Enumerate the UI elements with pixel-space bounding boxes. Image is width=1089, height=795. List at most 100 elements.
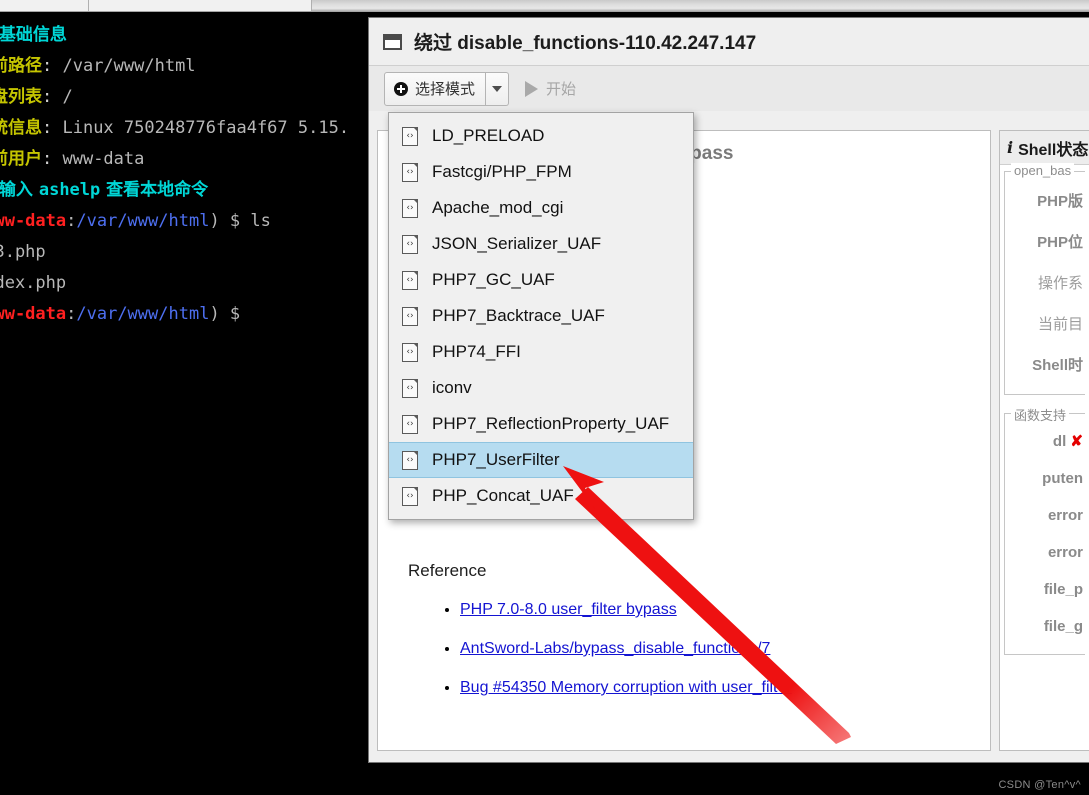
- function-support-row: dl ✘: [1005, 422, 1085, 460]
- shell-info-row: PHP位: [1005, 221, 1085, 262]
- dropdown-item-php7-backtrace-uaf[interactable]: ‹› PHP7_Backtrace_UAF: [389, 298, 693, 334]
- dropdown-item-label: PHP7_ReflectionProperty_UAF: [432, 414, 669, 434]
- tab-segment-1[interactable]: [0, 0, 89, 11]
- function-support-row: file_p: [1005, 571, 1085, 608]
- window-toolbar: 选择模式 开始: [369, 65, 1089, 111]
- window-icon: [383, 34, 402, 50]
- function-support-legend: 函数支持: [1011, 405, 1069, 424]
- terminal-text: ) $: [209, 304, 240, 324]
- plus-circle-icon: [394, 82, 408, 96]
- tab-segment-2[interactable]: [89, 0, 312, 11]
- dropdown-item-label: PHP_Concat_UAF: [432, 486, 574, 506]
- shell-info-row: 操作系: [1005, 262, 1085, 303]
- function-name: file_g: [1044, 618, 1083, 635]
- code-file-icon: ‹›: [402, 271, 418, 290]
- shell-info-row: Shell时: [1005, 344, 1085, 385]
- select-mode-button[interactable]: 选择模式: [384, 72, 486, 106]
- info-icon: i: [1007, 138, 1013, 157]
- window-title: 绕过 disable_functions-110.42.247.147: [414, 28, 756, 55]
- terminal-text: 磁盘列表: [0, 87, 42, 107]
- start-button[interactable]: 开始: [525, 78, 576, 99]
- terminal-text: Linux 750248776faa4f67 5.15.: [62, 118, 349, 138]
- terminal-text: 123.php: [0, 242, 46, 262]
- dropdown-item-label: PHP7_UserFilter: [432, 450, 560, 470]
- select-mode-split-button[interactable]: 选择模式: [384, 72, 509, 106]
- function-support-row: error: [1005, 534, 1085, 571]
- function-name: file_p: [1044, 581, 1083, 598]
- shell-info-row: 当前目: [1005, 303, 1085, 344]
- terminal-text: 当前路径: [0, 56, 42, 76]
- code-file-icon: ‹›: [402, 451, 418, 470]
- dropdown-item-iconv[interactable]: ‹› iconv: [389, 370, 693, 406]
- reference-link[interactable]: Bug #54350 Memory corruption with user_f…: [460, 679, 792, 696]
- reference-link-list: PHP 7.0-8.0 user_filter bypass AntSword-L…: [408, 601, 980, 697]
- dropdown-item-php-concat-uaf[interactable]: ‹› PHP_Concat_UAF: [389, 478, 693, 514]
- dropdown-item-php7-userfilter[interactable]: ‹› PHP7_UserFilter: [389, 442, 693, 478]
- function-name: error: [1048, 544, 1083, 561]
- window-titlebar: 绕过 disable_functions-110.42.247.147: [369, 18, 1089, 65]
- terminal-text: :: [42, 87, 62, 107]
- code-file-icon: ‹›: [402, 127, 418, 146]
- terminal-text: index.php: [0, 273, 66, 293]
- terminal-text: (www-data: [0, 304, 66, 324]
- dropdown-item-label: iconv: [432, 378, 472, 398]
- terminal-text: 查看本地命令: [100, 180, 208, 200]
- terminal-text: :: [66, 304, 76, 324]
- shell-status-title: Shell状态: [1018, 136, 1088, 160]
- dropdown-item-label: LD_PRELOAD: [432, 126, 544, 146]
- reference-section: Reference PHP 7.0-8.0 user_filter bypass…: [408, 561, 980, 718]
- code-file-icon: ‹›: [402, 379, 418, 398]
- terminal-text: /var/www/html: [62, 56, 195, 76]
- terminal-text: /: [62, 87, 72, 107]
- code-file-icon: ‹›: [402, 307, 418, 326]
- dropdown-item-php7-reflectionproperty-uaf[interactable]: ‹› PHP7_ReflectionProperty_UAF: [389, 406, 693, 442]
- function-name: dl: [1053, 433, 1071, 450]
- code-file-icon: ‹›: [402, 235, 418, 254]
- reference-list-item: PHP 7.0-8.0 user_filter bypass: [460, 601, 980, 619]
- function-support-row: puten: [1005, 460, 1085, 497]
- dropdown-item-label: PHP7_Backtrace_UAF: [432, 306, 605, 326]
- dropdown-item-label: JSON_Serializer_UAF: [432, 234, 601, 254]
- terminal-text: ◆ 基础信息: [0, 25, 67, 45]
- dropdown-item-label: Fastcgi/PHP_FPM: [432, 162, 572, 182]
- reference-link[interactable]: PHP 7.0-8.0 user_filter bypass: [460, 601, 677, 618]
- terminal-text: 当前用户: [0, 149, 42, 169]
- open-basedir-legend: open_bas: [1011, 163, 1074, 178]
- terminal-text: (www-data: [0, 211, 66, 231]
- reference-list-item: AntSword-Labs/bypass_disable_functions/7: [460, 640, 980, 658]
- terminal-text: :: [66, 211, 76, 231]
- dropdown-item-json-serializer-uaf[interactable]: ‹› JSON_Serializer_UAF: [389, 226, 693, 262]
- terminal-text: /var/www/html: [76, 211, 209, 231]
- terminal-text: :: [42, 149, 62, 169]
- dropdown-item-php7-gc-uaf[interactable]: ‹›PHP7_GC_UAF: [389, 262, 693, 298]
- browser-tab-strip: [0, 0, 1089, 12]
- unsupported-x-icon: ✘: [1070, 433, 1083, 450]
- reference-link[interactable]: AntSword-Labs/bypass_disable_functions/7: [460, 640, 770, 657]
- chevron-down-icon: [492, 86, 502, 92]
- terminal-text: ashelp: [39, 180, 100, 200]
- select-mode-label: 选择模式: [415, 78, 475, 99]
- dropdown-item-fastcgi-php-fpm[interactable]: ‹›Fastcgi/PHP_FPM: [389, 154, 693, 190]
- terminal-text: :: [42, 56, 62, 76]
- function-support-row: error: [1005, 497, 1085, 534]
- function-support-group: 函数支持 dl ✘putenerrorerrorfile_pfile_g: [1004, 413, 1085, 655]
- dropdown-item-apache-mod-cgi[interactable]: ‹›Apache_mod_cgi: [389, 190, 693, 226]
- dropdown-item-label: Apache_mod_cgi: [432, 198, 563, 218]
- reference-list-item: Bug #54350 Memory corruption with user_f…: [460, 679, 980, 697]
- shell-info-group: open_bas PHP版PHP位操作系当前目Shell时: [1004, 171, 1085, 395]
- code-file-icon: ‹›: [402, 415, 418, 434]
- shell-status-header: i Shell状态: [1000, 131, 1089, 165]
- dropdown-item-php74-ffi[interactable]: ‹›PHP74_FFI: [389, 334, 693, 370]
- mode-dropdown-menu[interactable]: ‹›LD_PRELOAD‹›Fastcgi/PHP_FPM‹›Apache_mo…: [388, 112, 694, 520]
- code-file-icon: ‹›: [402, 343, 418, 362]
- dropdown-item-ld-preload[interactable]: ‹› LD_PRELOAD: [389, 118, 693, 154]
- terminal-text: :: [42, 118, 62, 138]
- function-name: error: [1048, 507, 1083, 524]
- code-file-icon: ‹›: [402, 487, 418, 506]
- function-support-row: file_g: [1005, 608, 1085, 645]
- select-mode-dropdown-toggle[interactable]: [486, 72, 509, 106]
- shell-status-panel: i Shell状态 open_bas PHP版PHP位操作系当前目Shell时 …: [999, 130, 1089, 751]
- terminal-text: ) $ ls: [209, 211, 270, 231]
- shell-info-row: PHP版: [1005, 180, 1085, 221]
- terminal-text: www-data: [62, 149, 144, 169]
